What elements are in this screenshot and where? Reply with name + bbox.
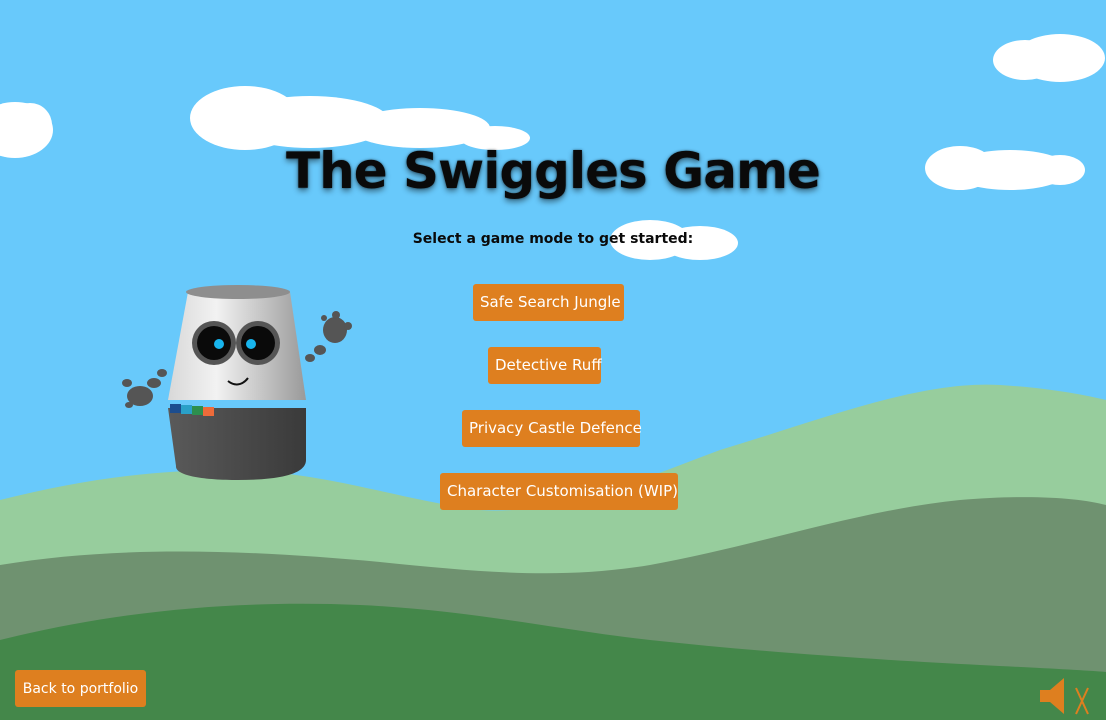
character-customisation-button[interactable]: Character Customisation (WIP): [440, 473, 678, 510]
game-mode-prompt: Select a game mode to get started:: [412, 231, 694, 247]
safe-search-jungle-button[interactable]: Safe Search Jungle: [473, 284, 624, 321]
right-paw-icon: [305, 311, 352, 362]
stripe-green: [192, 406, 203, 415]
game-title: The Swiggles Game: [286, 142, 821, 200]
stripe-blue: [170, 404, 181, 413]
stripe-cyan: [181, 405, 192, 414]
robot-body-bottom: [168, 408, 306, 480]
stripe-orange: [203, 407, 214, 416]
back-to-portfolio-button[interactable]: Back to portfolio: [15, 670, 146, 707]
left-paw-icon: [122, 369, 167, 408]
privacy-castle-defence-button[interactable]: Privacy Castle Defence: [462, 410, 642, 447]
speaker-muted-icon[interactable]: [1038, 674, 1094, 718]
detective-ruff-button[interactable]: Detective Ruff: [488, 347, 602, 384]
robot-lid: [186, 285, 290, 299]
robot-mascot: [122, 285, 352, 480]
